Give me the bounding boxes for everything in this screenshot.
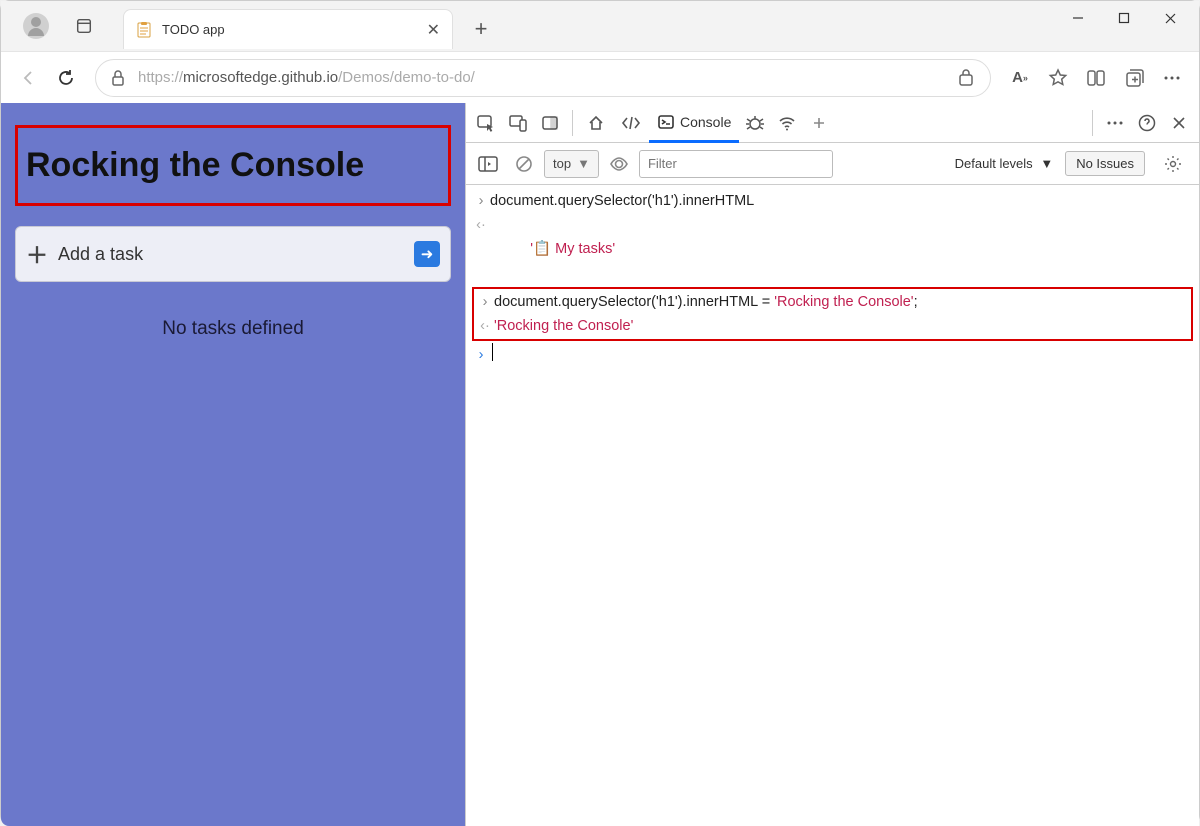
address-toolbar: https://microsoftedge.github.io/Demos/de… bbox=[1, 51, 1199, 103]
console-code: document.querySelector('h1').innerHTML bbox=[490, 189, 1193, 213]
console-input-line: › document.querySelector('h1').innerHTML… bbox=[476, 290, 1189, 314]
lock-icon[interactable] bbox=[110, 69, 126, 87]
favorite-star-icon[interactable] bbox=[1039, 59, 1077, 97]
console-settings-icon[interactable] bbox=[1157, 148, 1189, 180]
close-window-button[interactable] bbox=[1147, 1, 1193, 35]
issues-label: No Issues bbox=[1076, 156, 1134, 171]
dock-side-icon[interactable] bbox=[534, 107, 566, 139]
tab-favicon-icon bbox=[136, 22, 152, 38]
new-tab-button[interactable]: + bbox=[461, 9, 501, 49]
url-text: https://microsoftedge.github.io/Demos/de… bbox=[138, 69, 475, 86]
console-toolbar: top ▼ Default levels ▼ No Issues bbox=[466, 143, 1199, 185]
devtools-more-icon[interactable] bbox=[1099, 107, 1131, 139]
return-chevron-icon: ‹· bbox=[472, 213, 490, 237]
empty-state-text: No tasks defined bbox=[9, 318, 457, 340]
inspect-element-icon[interactable] bbox=[470, 107, 502, 139]
text-cursor bbox=[492, 343, 493, 361]
levels-label: Default levels bbox=[955, 156, 1033, 171]
window-controls bbox=[1055, 1, 1193, 35]
help-icon[interactable] bbox=[1131, 107, 1163, 139]
tab-elements[interactable] bbox=[613, 103, 649, 143]
content-row: Rocking the Console ＋ Add a task ➜ No ta… bbox=[1, 103, 1199, 826]
workspaces-icon[interactable] bbox=[69, 11, 99, 41]
page-heading: Rocking the Console bbox=[15, 125, 451, 206]
tab-console-label: Console bbox=[680, 114, 731, 130]
devtools-tabbar: Console bbox=[466, 103, 1199, 143]
tab-welcome[interactable] bbox=[579, 103, 613, 143]
console-code: document.querySelector('h1').innerHTML =… bbox=[494, 290, 1189, 314]
return-chevron-icon: ‹· bbox=[476, 314, 494, 338]
maximize-button[interactable] bbox=[1101, 1, 1147, 35]
code-a: document.querySelector('h1').innerHTML = bbox=[494, 294, 774, 310]
devtools-close-icon[interactable] bbox=[1163, 107, 1195, 139]
console-return-line: ‹· '📋 My tasks' bbox=[472, 213, 1193, 285]
input-chevron-icon: › bbox=[476, 290, 494, 314]
add-task-placeholder: Add a task bbox=[58, 244, 414, 265]
refresh-button[interactable] bbox=[47, 59, 85, 97]
log-levels-selector[interactable]: Default levels ▼ bbox=[947, 156, 1062, 171]
input-chevron-icon: › bbox=[472, 189, 490, 213]
context-label: top bbox=[553, 156, 571, 171]
chevron-down-icon: ▼ bbox=[1040, 156, 1053, 171]
separator bbox=[572, 110, 573, 136]
tab-title: TODO app bbox=[162, 22, 427, 37]
titlebar-left bbox=[1, 1, 105, 51]
read-aloud-icon[interactable]: A» bbox=[1001, 59, 1039, 97]
code-c: ; bbox=[914, 294, 918, 310]
network-conditions-icon[interactable] bbox=[771, 107, 803, 139]
console-prompt[interactable]: › bbox=[472, 343, 1193, 367]
filter-input[interactable] bbox=[639, 150, 833, 178]
clear-console-icon[interactable] bbox=[508, 148, 540, 180]
browser-titlebar: TODO app ✕ + bbox=[1, 1, 1199, 51]
ret-suffix: ' bbox=[612, 241, 615, 257]
url-path: /Demos/demo-to-do/ bbox=[338, 69, 475, 86]
console-return: '📋 My tasks' bbox=[490, 213, 1193, 285]
todo-page: Rocking the Console ＋ Add a task ➜ No ta… bbox=[1, 103, 465, 826]
toggle-sidebar-icon[interactable] bbox=[472, 148, 504, 180]
profile-avatar-icon[interactable] bbox=[23, 13, 49, 39]
plus-icon: ＋ bbox=[26, 238, 48, 270]
url-host: microsoftedge.github.io bbox=[183, 69, 338, 86]
minimize-button[interactable] bbox=[1055, 1, 1101, 35]
highlighted-lines: › document.querySelector('h1').innerHTML… bbox=[472, 287, 1193, 341]
device-emulation-icon[interactable] bbox=[502, 107, 534, 139]
add-task-field[interactable]: ＋ Add a task ➜ bbox=[15, 226, 451, 282]
chevron-down-icon: ▼ bbox=[577, 156, 590, 171]
url-box[interactable]: https://microsoftedge.github.io/Demos/de… bbox=[95, 59, 991, 97]
back-button[interactable] bbox=[9, 59, 47, 97]
more-tabs-icon[interactable] bbox=[803, 107, 835, 139]
tab-close-icon[interactable]: ✕ bbox=[427, 20, 440, 40]
console-return-line: ‹· 'Rocking the Console' bbox=[476, 314, 1189, 338]
more-menu-icon[interactable] bbox=[1153, 59, 1191, 97]
collections-icon[interactable] bbox=[1115, 59, 1153, 97]
ret-text: My tasks bbox=[555, 241, 612, 257]
split-screen-icon[interactable] bbox=[1077, 59, 1115, 97]
devtools-panel: Console bbox=[465, 103, 1199, 826]
tab-console[interactable]: Console bbox=[649, 103, 739, 143]
submit-task-icon[interactable]: ➜ bbox=[414, 241, 440, 267]
url-prefix: https:// bbox=[138, 69, 183, 86]
browser-tab[interactable]: TODO app ✕ bbox=[123, 9, 453, 49]
separator bbox=[1092, 110, 1093, 136]
bug-icon[interactable] bbox=[739, 107, 771, 139]
console-return: 'Rocking the Console' bbox=[494, 314, 1189, 338]
input-chevron-icon: › bbox=[472, 343, 490, 367]
devtools-tabbar-right bbox=[1086, 107, 1195, 139]
code-b: 'Rocking the Console' bbox=[774, 294, 913, 310]
ret-prefix: '📋 bbox=[530, 241, 555, 257]
issues-button[interactable]: No Issues bbox=[1065, 151, 1145, 176]
context-selector[interactable]: top ▼ bbox=[544, 150, 599, 178]
live-expression-icon[interactable] bbox=[603, 148, 635, 180]
console-input-line: › document.querySelector('h1').innerHTML bbox=[472, 189, 1193, 213]
console-output[interactable]: › document.querySelector('h1').innerHTML… bbox=[466, 185, 1199, 826]
shopping-icon[interactable] bbox=[956, 69, 976, 87]
